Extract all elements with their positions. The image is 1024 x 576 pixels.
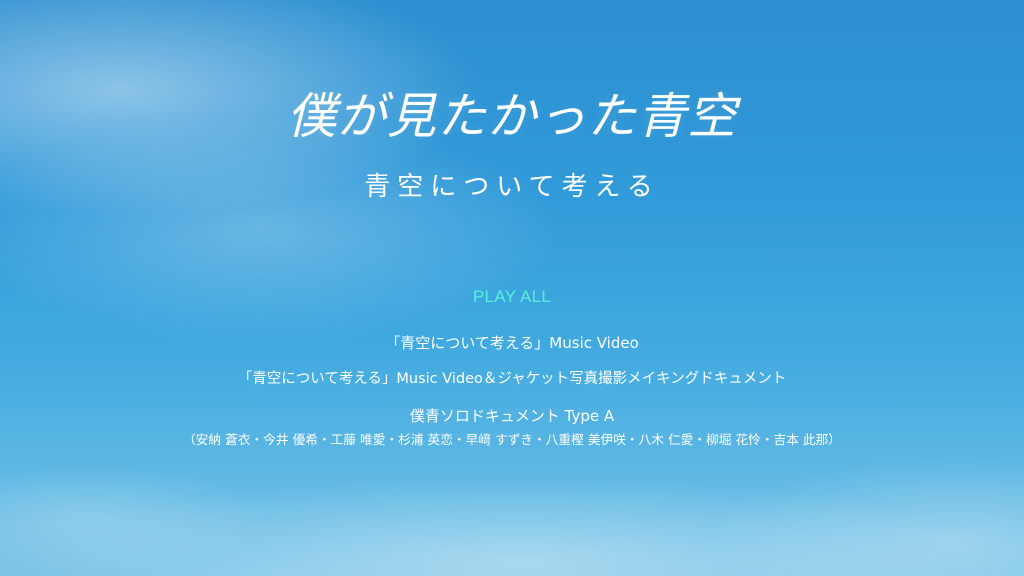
solo-documentary-members: （安納 蒼衣・今井 優希・工藤 唯愛・杉浦 英恋・早﨑 すずき・八重樫 美伊咲・… bbox=[183, 431, 841, 447]
main-menu: PLAY ALL 「青空について考える」Music Video 「青空について考… bbox=[0, 288, 1024, 446]
dvd-menu-screen: 僕が見たかった青空 青空について考える PLAY ALL 「青空について考える」… bbox=[0, 0, 1024, 576]
solo-documentary-title: 僕青ソロドキュメント Type A bbox=[409, 406, 615, 425]
music-video-button[interactable]: 「青空について考える」Music Video bbox=[0, 336, 1024, 351]
title-logo: 僕が見たかった青空 青空について考える bbox=[0, 92, 1024, 200]
group-title: 僕が見たかった青空 bbox=[286, 89, 737, 144]
solo-documentary-type-a-button[interactable]: 僕青ソロドキュメント Type A （安納 蒼衣・今井 優希・工藤 唯愛・杉浦 … bbox=[0, 406, 1024, 447]
making-documentary-button[interactable]: 「青空について考える」Music Video＆ジャケット写真撮影メイキングドキュ… bbox=[0, 372, 1024, 387]
release-title: 青空について考える bbox=[364, 172, 660, 202]
play-all-button[interactable]: PLAY ALL bbox=[0, 288, 1024, 305]
